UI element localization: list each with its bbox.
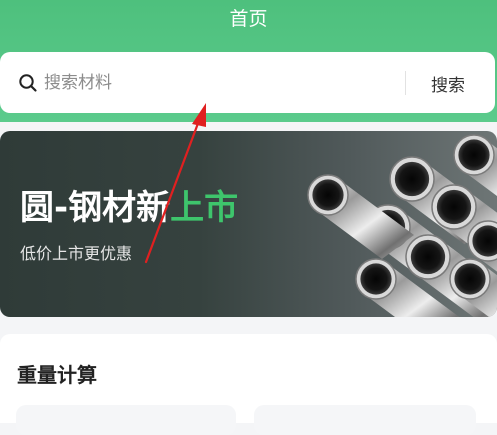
pipe-hole — [410, 239, 446, 275]
pipe-hole — [360, 263, 392, 295]
banner-title: 圆-钢材新上市 — [20, 186, 238, 230]
steel-pipes-image — [307, 134, 497, 317]
search-button[interactable]: 搜索 — [412, 66, 484, 100]
banner-subtitle: 低价上市更优惠 — [20, 244, 133, 263]
search-bar: 搜索 — [0, 52, 495, 113]
pipe-hole — [458, 139, 490, 171]
search-divider — [405, 71, 406, 95]
banner-title-accent: 上市 — [170, 188, 239, 228]
search-icon — [19, 74, 37, 92]
weight-calc-section: 重量计算 — [0, 334, 497, 435]
banner-title-main: 圆-钢材新 — [20, 188, 171, 228]
pipe-hole — [436, 189, 472, 225]
pipe-hole — [454, 263, 486, 295]
calc-card-2[interactable] — [254, 405, 476, 435]
search-input[interactable] — [44, 68, 384, 98]
calc-card-1[interactable] — [16, 405, 236, 435]
pipe-hole — [394, 161, 430, 197]
page-title: 首页 — [229, 8, 268, 30]
section-title: 重量计算 — [17, 363, 97, 387]
pipe-hole — [312, 179, 344, 211]
promo-banner[interactable]: 圆-钢材新上市 低价上市更优惠 — [0, 131, 497, 317]
